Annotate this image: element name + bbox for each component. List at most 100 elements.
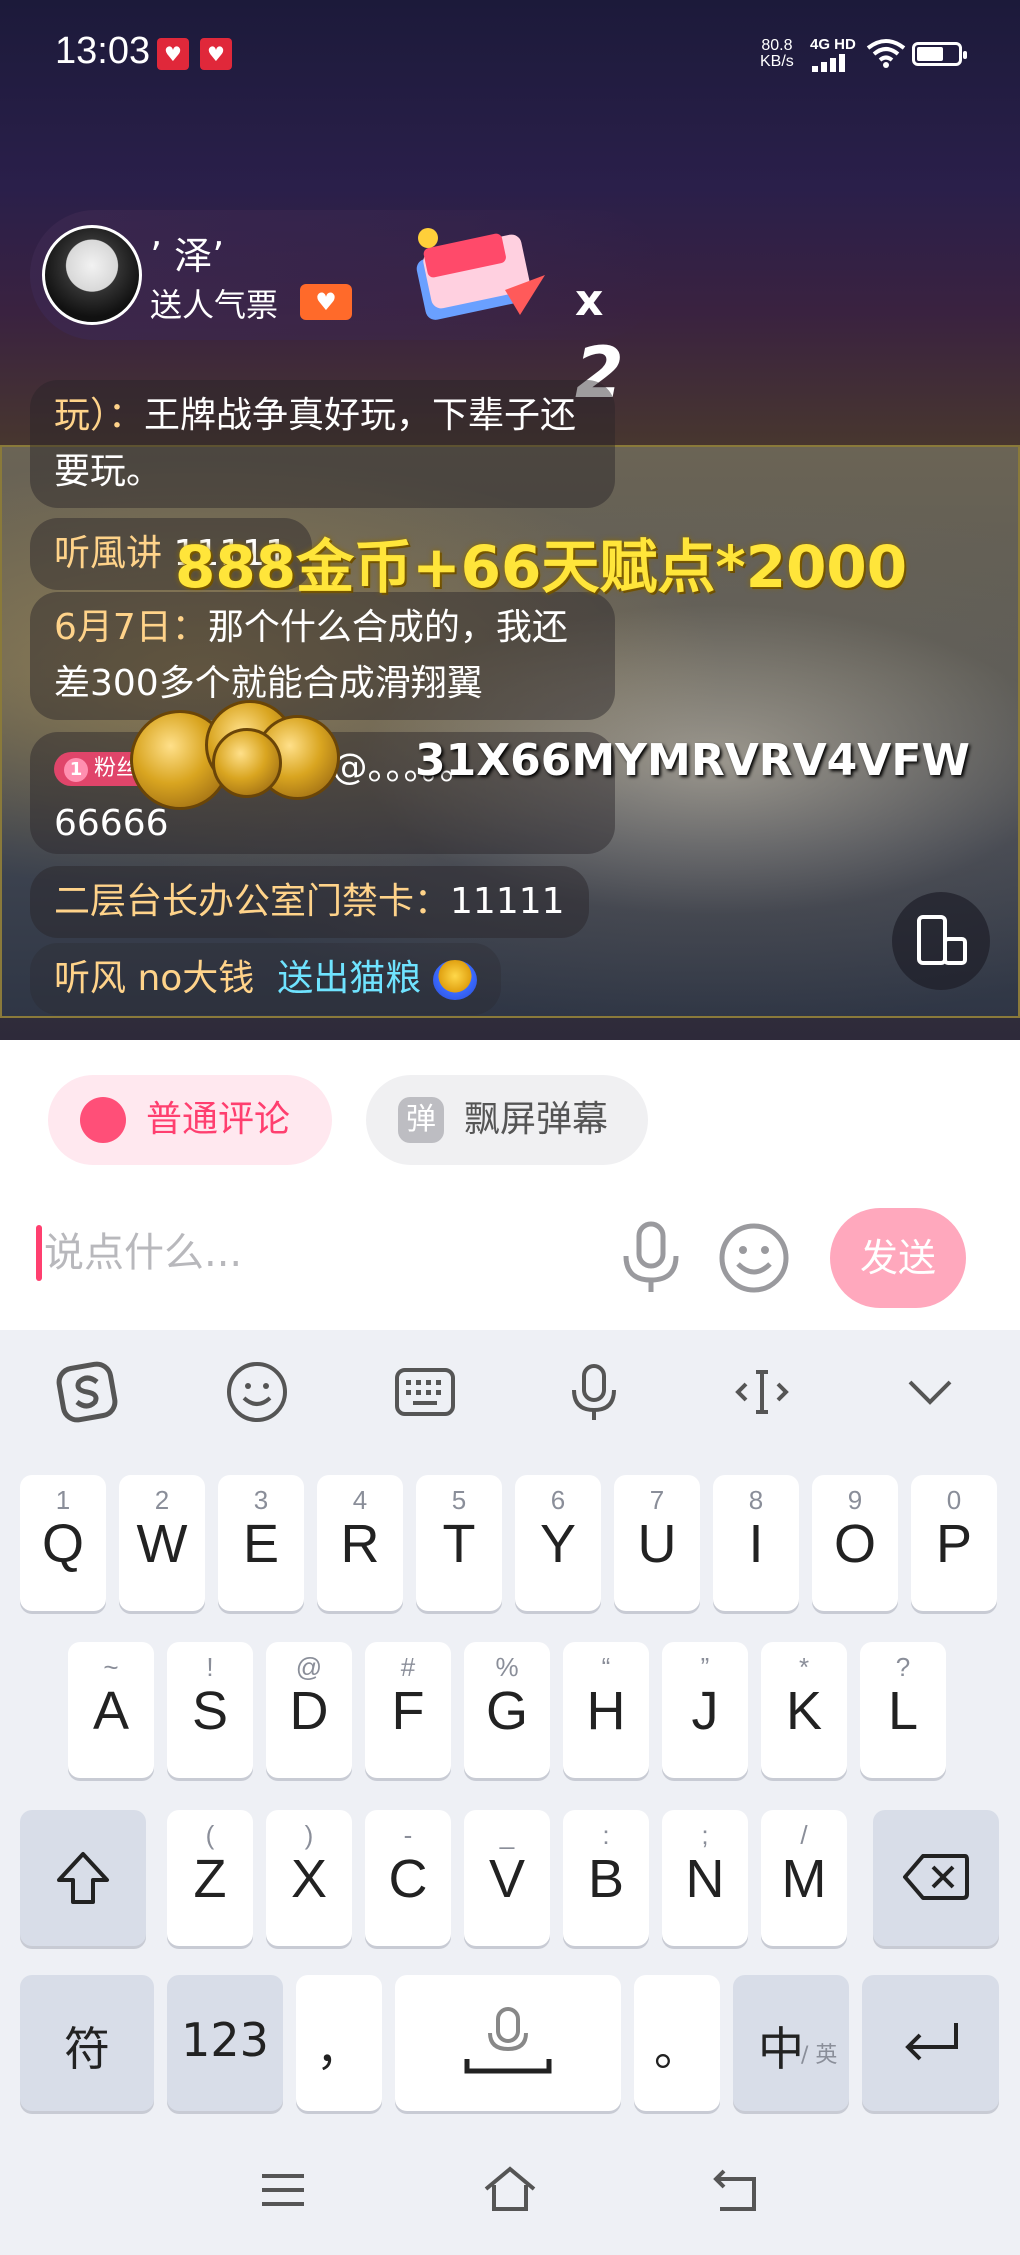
key-f[interactable]: # F (365, 1642, 451, 1778)
key-label: J (691, 1681, 719, 1741)
space-voice-icon (464, 2007, 552, 2074)
voice-input-icon[interactable] (562, 1360, 626, 1424)
symbols-key[interactable]: 符 (20, 1975, 154, 2111)
chat-username: 二层台长办公室门禁卡： (54, 881, 451, 922)
key-c[interactable]: -C (365, 1810, 451, 1946)
key-i[interactable]: 8I (713, 1475, 799, 1611)
live-stream-area: 13:03 ♥ ♥ 80.8 KB/s 4G HD ’ 泽’ 送人气票 ♥ x … (0, 0, 1020, 1040)
avatar[interactable] (42, 225, 142, 325)
emoji-icon[interactable] (716, 1220, 792, 1296)
backspace-key[interactable] (873, 1810, 999, 1946)
microphone-icon[interactable] (618, 1220, 684, 1296)
key-hint: % (495, 1652, 519, 1682)
backspace-icon (903, 1854, 969, 1900)
collapse-keyboard-icon[interactable] (898, 1360, 962, 1424)
key-hint: 4 (352, 1485, 368, 1515)
cursor-move-icon[interactable] (730, 1360, 794, 1424)
tab-label: 飘屏弹幕 (464, 1099, 609, 1140)
key-hint: 6 (550, 1485, 566, 1515)
chat-username: 6月7日： (54, 607, 208, 648)
key-e[interactable]: 3E (218, 1475, 304, 1611)
key-label: G (485, 1681, 528, 1741)
tab-floating-danmaku[interactable]: 弹 飘屏弹幕 (366, 1075, 648, 1165)
key-a[interactable]: ~ A (68, 1642, 154, 1778)
shift-key[interactable] (20, 1810, 146, 1946)
keyboard: 1Q2W3E4R5T6Y7U8I9O0P ~ A! S @ D # F% G “H” J * K? L … (0, 1330, 1020, 2255)
key-q[interactable]: 1Q (20, 1475, 106, 1611)
key-w[interactable]: 2W (119, 1475, 205, 1611)
comment-icon (80, 1097, 126, 1143)
key-hint: * (798, 1652, 810, 1682)
gift-action: 送人气票 (150, 286, 279, 324)
key-hint: - (403, 1820, 413, 1850)
send-button[interactable]: 发送 (830, 1208, 966, 1308)
key-label: N (685, 1849, 725, 1909)
keyboard-icon[interactable] (393, 1360, 457, 1424)
key-hint: 2 (154, 1485, 170, 1515)
key-hint: _ (499, 1820, 515, 1850)
enter-icon (905, 2023, 958, 2061)
key-label: B (587, 1849, 625, 1909)
key-label: ， (316, 2022, 362, 2076)
danmaku-icon: 弹 (398, 1097, 444, 1143)
numbers-key[interactable]: 123 (167, 1975, 283, 2111)
key-g[interactable]: % G (464, 1642, 550, 1778)
key-label: 123 (181, 2013, 269, 2067)
tab-normal-comment[interactable]: 普通评论 (48, 1075, 332, 1165)
key-r[interactable]: 4R (317, 1475, 403, 1611)
key-label: X (290, 1849, 328, 1909)
signal-icon (812, 54, 845, 72)
key-label: U (637, 1514, 677, 1574)
key-label: L (887, 1681, 919, 1741)
key-hint: # (400, 1652, 416, 1682)
key-d[interactable]: @ D (266, 1642, 352, 1778)
network-type: 4G HD (810, 36, 856, 53)
space-key[interactable] (395, 1975, 621, 2111)
enter-key[interactable] (862, 1975, 999, 2111)
key-h[interactable]: “H (563, 1642, 649, 1778)
period-key[interactable]: 。 (634, 1975, 720, 2111)
popularity-ticket-icon (416, 228, 545, 320)
key-j[interactable]: ” J (662, 1642, 748, 1778)
key-k[interactable]: * K (761, 1642, 847, 1778)
key-u[interactable]: 7U (614, 1475, 700, 1611)
key-label: K (785, 1681, 823, 1741)
key-l[interactable]: ? L (860, 1642, 946, 1778)
key-p[interactable]: 0P (911, 1475, 997, 1611)
key-n[interactable]: ; N (662, 1810, 748, 1946)
menu-icon[interactable] (258, 2170, 308, 2210)
key-b[interactable]: :B (563, 1810, 649, 1946)
key-z[interactable]: (Z (167, 1810, 253, 1946)
comma-key[interactable]: ， (296, 1975, 382, 2111)
navigation-bar (0, 2125, 1020, 2255)
promo-code: 31X66MYMRVRV4VFW (415, 735, 970, 786)
chat-message: 玩）：王牌战争真好玩，下辈子还要玩。 (30, 380, 615, 508)
key-s[interactable]: ! S (167, 1642, 253, 1778)
key-x[interactable]: ) X (266, 1810, 352, 1946)
key-hint: 8 (748, 1485, 764, 1515)
notification-icon: ♥ (200, 38, 232, 70)
net-speed-value: 80.8 (761, 37, 793, 54)
sogou-logo-icon[interactable] (55, 1360, 119, 1424)
key-hint: ? (895, 1652, 911, 1682)
wifi-icon (866, 39, 906, 68)
key-label: C (388, 1849, 428, 1909)
cat-food-gift-icon (432, 960, 477, 1000)
key-sub-label: / 英 (801, 2043, 838, 2068)
chat-message: 6月7日：那个什么合成的，我还差300多个就能合成滑翔翼 (30, 592, 615, 720)
language-switch-key[interactable]: 中 / 英 (733, 1975, 849, 2111)
emoji-icon[interactable] (225, 1360, 289, 1424)
key-y[interactable]: 6Y (515, 1475, 601, 1611)
comment-input[interactable] (36, 1215, 596, 1291)
key-o[interactable]: 9O (812, 1475, 898, 1611)
tab-label: 普通评论 (146, 1099, 291, 1140)
key-m[interactable]: / M (761, 1810, 847, 1946)
key-v[interactable]: _ V (464, 1810, 550, 1946)
key-t[interactable]: 5T (416, 1475, 502, 1611)
key-label: I (748, 1514, 764, 1574)
rotate-screen-button[interactable] (892, 892, 990, 990)
home-icon[interactable] (482, 2165, 538, 2213)
back-icon[interactable] (710, 2167, 760, 2213)
status-time: 13:03 (55, 30, 151, 72)
shift-icon (57, 1852, 109, 1904)
